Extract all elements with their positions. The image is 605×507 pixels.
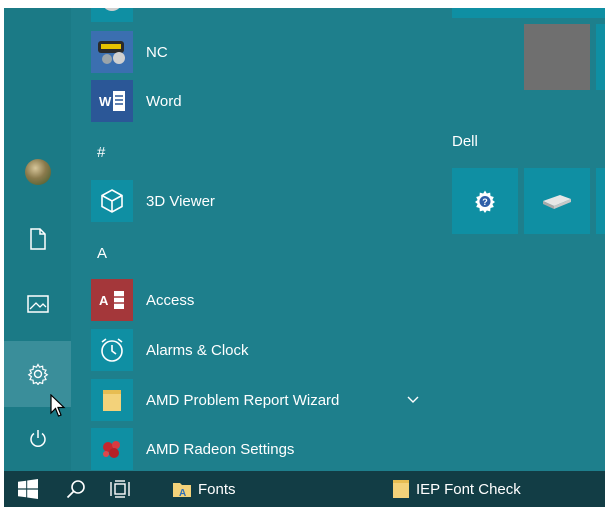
tile-right-partial-2[interactable] xyxy=(596,168,605,234)
app-item-access[interactable]: A Access xyxy=(91,279,431,321)
taskbar-item-label: IEP Font Check xyxy=(416,480,521,498)
folder-icon xyxy=(91,379,133,421)
folder-icon: A xyxy=(173,483,191,499)
document-icon xyxy=(393,480,409,498)
app-label: Access xyxy=(146,291,195,309)
search-button[interactable] xyxy=(66,471,86,507)
app-list: NC W Word # 3D Viewer A A Access Alarms … xyxy=(71,8,431,471)
app-item-amd-radeon-settings[interactable]: AMD Radeon Settings xyxy=(91,428,431,470)
taskbar-item-fonts[interactable]: A Fonts xyxy=(172,471,236,507)
taskbar-item-label: Fonts xyxy=(198,480,236,498)
app-item-nc[interactable]: NC xyxy=(91,31,431,73)
app-label: AMD Problem Report Wizard xyxy=(146,391,340,409)
taskbar-item-iep-font-check[interactable]: IEP Font Check xyxy=(392,471,521,507)
app-icon xyxy=(102,8,122,11)
access-icon: A xyxy=(91,279,133,321)
tile-gray[interactable] xyxy=(524,24,590,90)
dell-help-tile[interactable]: ? xyxy=(452,168,518,234)
power-icon xyxy=(29,430,46,447)
svg-text:A: A xyxy=(99,293,109,308)
document-icon xyxy=(29,228,46,250)
start-button[interactable] xyxy=(18,471,38,507)
tile-top-partial[interactable] xyxy=(452,8,605,18)
documents-button[interactable] xyxy=(4,210,71,268)
taskbar: A Fonts IEP Font Check xyxy=(4,471,605,507)
app-item-word[interactable]: W Word xyxy=(91,80,431,122)
drive-tile[interactable] xyxy=(524,168,590,234)
clock-icon xyxy=(91,329,133,371)
app-label: 3D Viewer xyxy=(146,192,215,210)
task-view-button[interactable] xyxy=(110,471,132,507)
tile-area: Dell ? xyxy=(431,8,605,471)
section-header-a[interactable]: A xyxy=(97,245,107,262)
svg-text:?: ? xyxy=(482,197,488,207)
app-item-3d-viewer[interactable]: 3D Viewer xyxy=(91,180,431,222)
cube-icon xyxy=(91,180,133,222)
user-avatar-button[interactable] xyxy=(4,143,71,201)
tile-right-partial[interactable] xyxy=(596,24,605,90)
mouse-cursor-icon xyxy=(50,394,66,417)
dell-help-icon: ? xyxy=(475,190,495,213)
word-icon: W xyxy=(91,80,133,122)
pictures-button[interactable] xyxy=(4,275,71,333)
start-menu: NC W Word # 3D Viewer A A Access Alarms … xyxy=(4,8,605,471)
drive-icon xyxy=(543,195,571,209)
gear-icon xyxy=(27,363,48,385)
chevron-down-icon[interactable] xyxy=(407,396,419,404)
task-view-icon xyxy=(110,480,130,498)
tile-group-label[interactable]: Dell xyxy=(452,133,478,150)
list-item-partial[interactable] xyxy=(91,8,431,22)
svg-text:W: W xyxy=(99,94,112,109)
app-label: Word xyxy=(146,92,182,110)
app-label: NC xyxy=(146,43,168,61)
windows-logo-icon xyxy=(18,479,38,499)
avatar-icon xyxy=(24,159,51,185)
app-item-amd-problem-report[interactable]: AMD Problem Report Wizard xyxy=(91,379,431,421)
section-header-hash[interactable]: # xyxy=(97,144,105,161)
nc-app-icon xyxy=(91,31,133,73)
app-label: Alarms & Clock xyxy=(146,341,249,359)
radeon-icon xyxy=(91,428,133,470)
screen: NC W Word # 3D Viewer A A Access Alarms … xyxy=(0,0,605,507)
power-button[interactable] xyxy=(4,410,71,468)
app-item-alarms-clock[interactable]: Alarms & Clock xyxy=(91,329,431,371)
app-label: AMD Radeon Settings xyxy=(146,440,295,458)
pictures-icon xyxy=(26,295,49,313)
svg-text:A: A xyxy=(179,488,186,499)
search-icon xyxy=(66,480,85,499)
app-tile xyxy=(91,8,133,22)
